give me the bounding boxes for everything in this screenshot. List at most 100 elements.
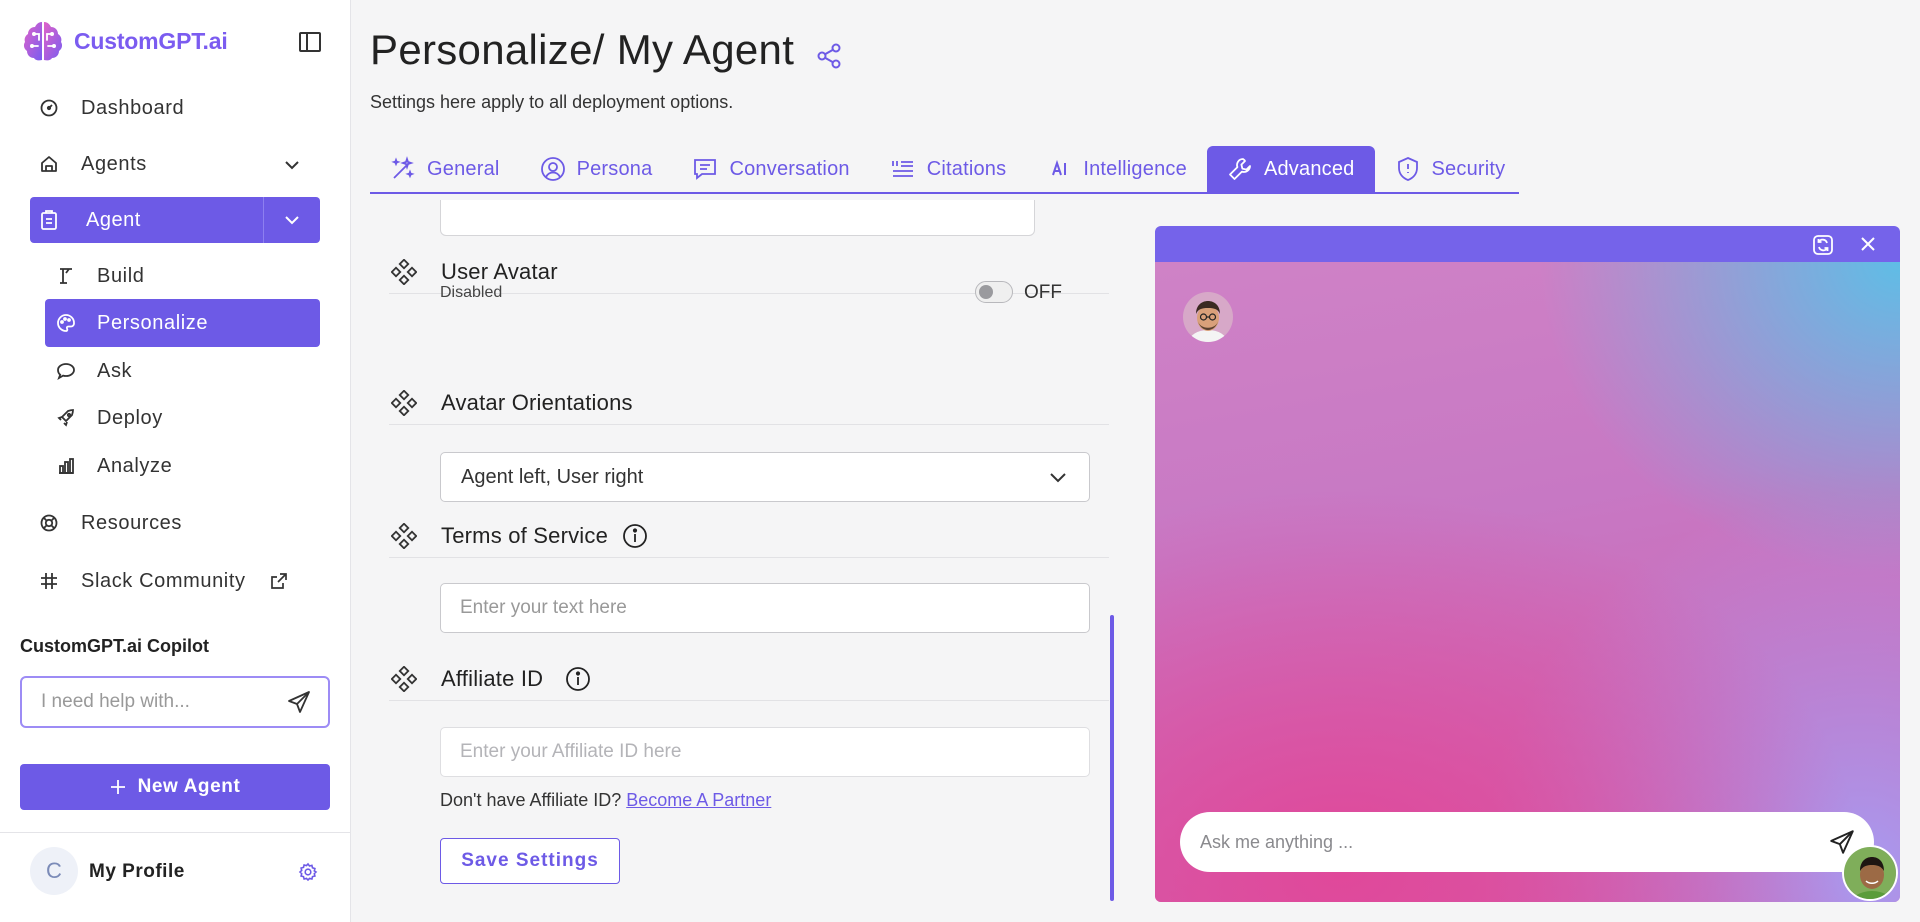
sidebar-collapse-button[interactable] — [298, 30, 322, 54]
avatar-orientations-section-header: Avatar Orientations — [389, 381, 1109, 425]
previous-field-input[interactable] — [440, 200, 1035, 236]
info-icon[interactable] — [565, 666, 591, 692]
tab-persona[interactable]: Persona — [520, 146, 673, 192]
plus-icon — [110, 780, 125, 794]
sidebar-item-slack-community[interactable]: Slack Community — [30, 558, 320, 604]
tab-label: Citations — [926, 157, 1007, 180]
profile-name[interactable]: My Profile — [89, 861, 185, 883]
wrench-icon — [1229, 158, 1251, 180]
affiliate-id-input[interactable] — [440, 727, 1090, 777]
settings-tabs: General Persona Conversation Citations I… — [370, 146, 1519, 194]
lifebuoy-icon — [38, 513, 60, 533]
shield-icon — [1397, 157, 1418, 181]
user-avatar-toggle-row: Disabled OFF — [440, 278, 1090, 308]
agent-preview — [1155, 226, 1900, 902]
terms-of-service-input[interactable] — [440, 583, 1090, 633]
build-icon — [55, 266, 77, 286]
agent-dropdown-button[interactable] — [263, 197, 320, 243]
send-icon[interactable] — [286, 689, 312, 715]
ai-icon — [1052, 159, 1067, 176]
settings-panel: User Avatar Disabled OFF Avatar Orientat… — [370, 200, 1115, 900]
affiliate-id-section-header: Affiliate ID — [389, 657, 1109, 701]
new-agent-label: New Agent — [137, 776, 241, 797]
rocket-icon — [55, 408, 77, 428]
tab-label: Persona — [576, 157, 653, 180]
save-settings-button[interactable]: Save Settings — [440, 838, 620, 884]
sidebar-item-resources[interactable]: Resources — [30, 500, 320, 546]
chevron-down-icon — [1050, 473, 1066, 483]
select-value: Agent left, User right — [461, 465, 644, 488]
page-subtitle: Settings here apply to all deployment op… — [370, 92, 734, 112]
tab-label: Intelligence — [1083, 157, 1187, 180]
sidebar-item-agent[interactable]: Agent — [30, 197, 263, 243]
new-agent-button[interactable]: New Agent — [20, 764, 330, 810]
sidebar-item-ask[interactable]: Ask — [45, 347, 320, 395]
sidebar-item-label: Resources — [81, 511, 182, 534]
clipboard-icon — [40, 210, 58, 230]
chat-input[interactable] — [1180, 831, 1828, 853]
message-icon — [694, 159, 717, 180]
toggle-state: OFF — [1024, 282, 1062, 303]
avatar-orientation-select[interactable]: Agent left, User right — [440, 452, 1090, 502]
section-title: Avatar Orientations — [441, 389, 633, 415]
chat-input-wrapper — [1180, 812, 1874, 872]
tab-label: Conversation — [729, 157, 850, 180]
bar-chart-icon — [55, 456, 77, 476]
copilot-title: CustomGPT.ai Copilot — [20, 636, 209, 656]
tab-advanced[interactable]: Advanced — [1206, 146, 1375, 192]
refresh-icon[interactable] — [1812, 234, 1834, 256]
palette-icon — [55, 313, 77, 333]
drag-handle-icon[interactable] — [391, 665, 417, 692]
settings-scrollbar[interactable] — [1110, 615, 1114, 901]
page-title: Personalize/ My Agent — [370, 26, 795, 73]
user-circle-icon — [540, 157, 565, 181]
drag-handle-icon[interactable] — [391, 258, 417, 285]
sidebar-item-agents[interactable]: Agents — [30, 141, 320, 187]
gear-icon[interactable] — [298, 862, 318, 882]
sidebar-item-analyze[interactable]: Analyze — [45, 442, 320, 490]
sidebar-item-label: Personalize — [97, 311, 209, 334]
tab-general[interactable]: General — [370, 146, 520, 192]
section-title: Terms of Service — [441, 522, 609, 548]
tab-label: Security — [1431, 157, 1506, 180]
chevron-down-icon[interactable] — [282, 155, 302, 175]
sidebar-item-build[interactable]: Build — [45, 252, 320, 300]
section-title: Affiliate ID — [441, 665, 544, 691]
close-icon[interactable] — [1858, 234, 1878, 254]
user-avatar-toggle[interactable] — [975, 281, 1013, 303]
sidebar-item-label: Build — [97, 264, 145, 287]
copilot-input[interactable] — [22, 691, 286, 713]
tab-label: General — [427, 157, 500, 180]
sidebar-item-personalize[interactable]: Personalize — [45, 299, 320, 347]
brand-logo[interactable]: CustomGPT.ai — [20, 18, 228, 64]
brand-name: CustomGPT.ai — [74, 27, 228, 54]
preview-toolbar — [1155, 226, 1900, 262]
home-icon — [38, 154, 60, 174]
sidebar-item-deploy[interactable]: Deploy — [45, 394, 320, 442]
sidebar: CustomGPT.ai Dashboard Agents Agent Buil… — [0, 0, 351, 922]
preview-chat-area — [1155, 262, 1900, 902]
brain-logo-icon — [23, 22, 63, 61]
tab-intelligence[interactable]: Intelligence — [1026, 146, 1207, 192]
drag-handle-icon[interactable] — [391, 522, 417, 549]
become-partner-link[interactable]: Become A Partner — [626, 790, 771, 810]
dashboard-icon — [38, 98, 60, 118]
share-button[interactable] — [815, 42, 843, 70]
affiliate-prompt: Don't have Affiliate ID? Become A Partne… — [440, 790, 771, 811]
tab-citations[interactable]: Citations — [870, 146, 1027, 192]
tab-security[interactable]: Security — [1375, 146, 1526, 192]
info-icon[interactable] — [622, 523, 648, 549]
tab-label: Advanced — [1263, 157, 1355, 180]
drag-handle-icon[interactable] — [391, 389, 417, 416]
panel-toggle-icon — [299, 32, 321, 52]
sidebar-item-label: Deploy — [97, 406, 163, 429]
sidebar-item-label: Agents — [81, 152, 147, 175]
sidebar-item-dashboard[interactable]: Dashboard — [30, 85, 320, 131]
share-icon — [817, 43, 841, 69]
sidebar-item-label: Slack Community — [81, 569, 246, 592]
tab-conversation[interactable]: Conversation — [672, 146, 869, 192]
chevron-down-icon — [285, 216, 299, 225]
avatar[interactable]: C — [30, 847, 78, 895]
sidebar-item-label: Dashboard — [81, 96, 185, 119]
support-chat-avatar[interactable] — [1842, 845, 1898, 901]
